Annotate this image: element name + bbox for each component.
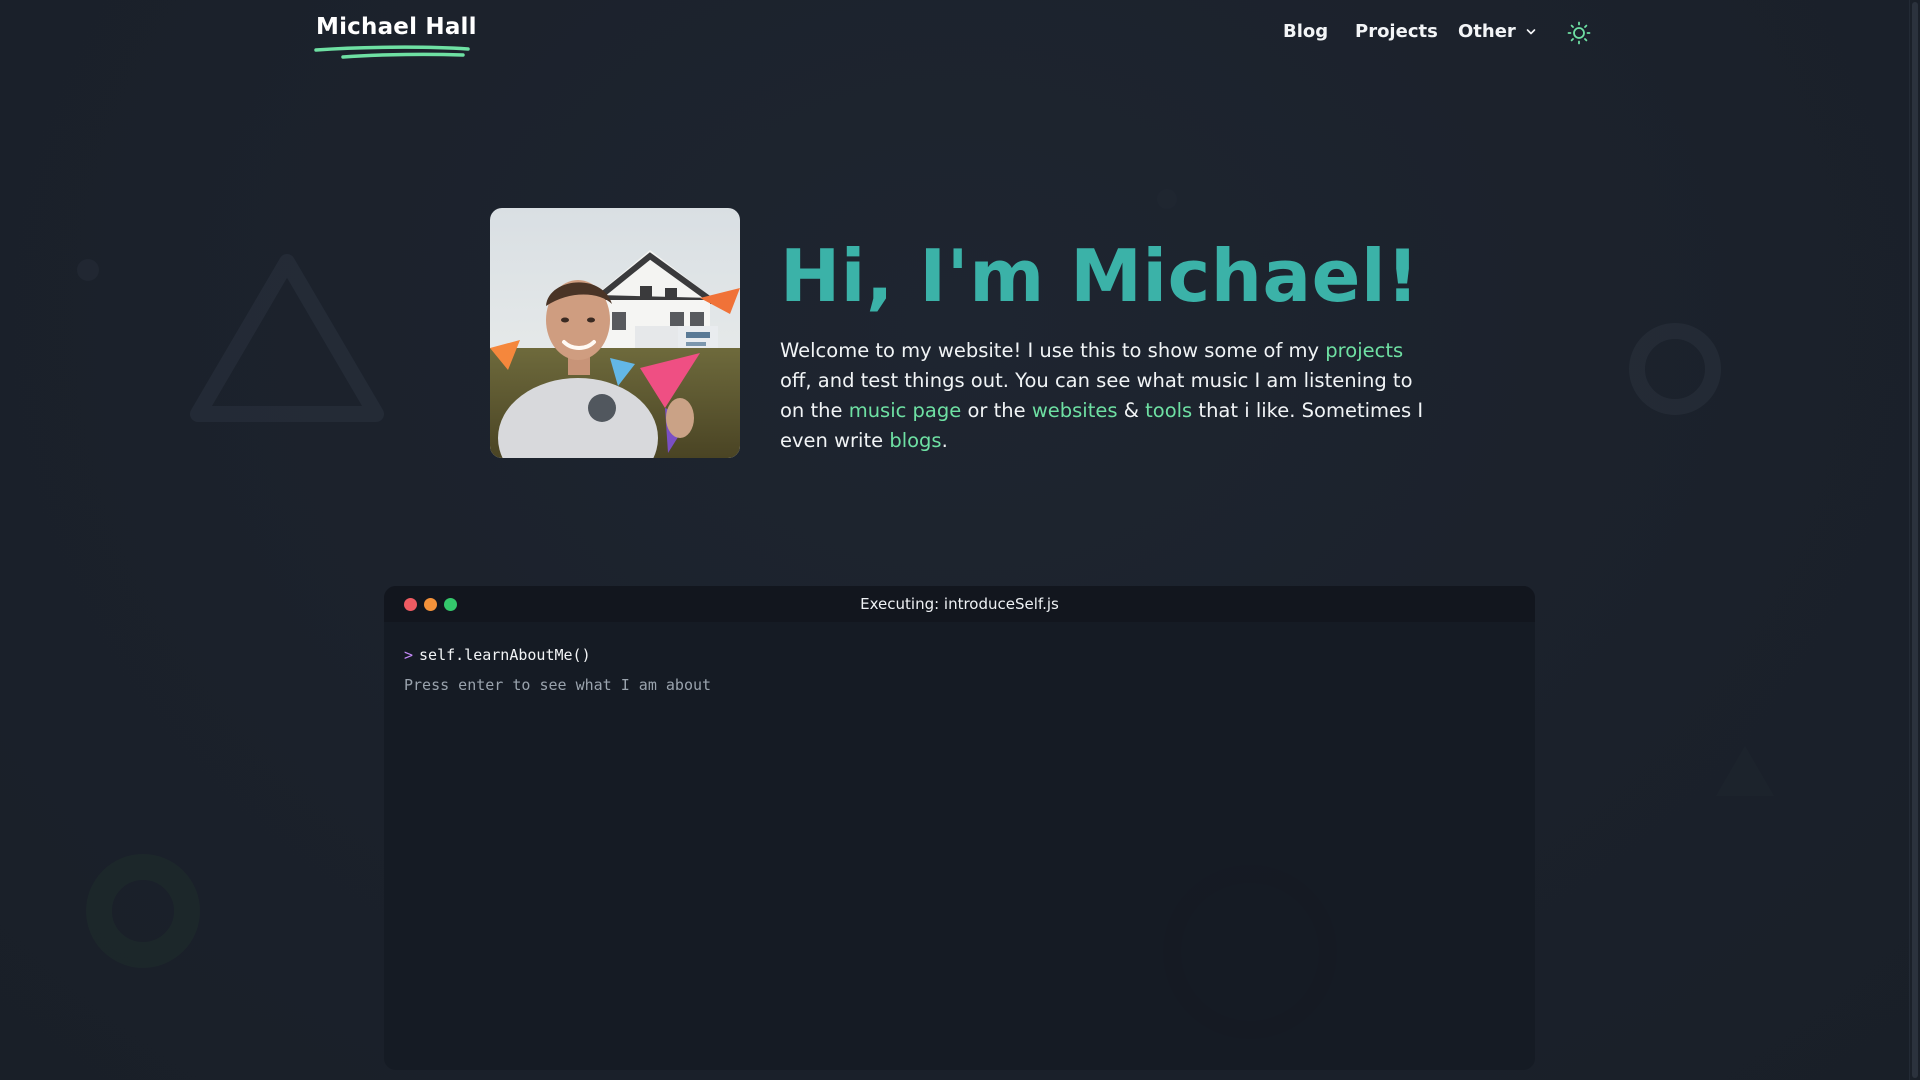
hero-title: Hi, I'm Michael! <box>780 234 1420 318</box>
terminal-body: > self.learnAboutMe() Press enter to see … <box>404 646 711 694</box>
intro-text: & <box>1117 399 1146 422</box>
logo-underline-decoration <box>314 45 470 59</box>
chevron-down-icon <box>1526 29 1536 35</box>
background-green-ring-shape <box>86 854 200 968</box>
background-ring-shape <box>1629 323 1721 415</box>
nav-projects-link[interactable]: Projects <box>1355 21 1438 42</box>
prompt-symbol: > <box>404 646 414 664</box>
intro-text: . <box>941 429 948 452</box>
profile-photo <box>490 208 740 458</box>
hero-intro-paragraph: Welcome to my website! I use this to sho… <box>780 336 1430 456</box>
terminal-title-bar: Executing: introduceSelf.js <box>384 586 1535 622</box>
background-faint-triangle-shape <box>1716 746 1774 796</box>
background-small-shape <box>1157 189 1177 209</box>
site-header: Michael Hall Blog Projects Other <box>0 0 1920 66</box>
page: Michael Hall Blog Projects Other Hi, I'm… <box>0 0 1920 1080</box>
tools-link[interactable]: tools <box>1145 399 1192 422</box>
intro-text: or the <box>961 399 1032 422</box>
page-scrollbar[interactable] <box>1909 0 1920 1080</box>
websites-link[interactable]: websites <box>1032 399 1118 422</box>
background-triangle-shape <box>190 254 384 422</box>
terminal-command-line: > self.learnAboutMe() <box>404 646 711 664</box>
site-logo[interactable]: Michael Hall <box>316 14 477 40</box>
profile-photo-illustration <box>490 208 740 458</box>
theme-toggle-button[interactable] <box>1566 20 1592 46</box>
nav-other-dropdown[interactable]: Other <box>1458 21 1536 42</box>
terminal-command: self.learnAboutMe() <box>419 646 591 664</box>
terminal-title: Executing: introduceSelf.js <box>860 595 1059 613</box>
sun-icon <box>1567 21 1591 45</box>
intro-text: Welcome to my website! I use this to sho… <box>780 339 1326 362</box>
terminal-window[interactable]: Executing: introduceSelf.js > self.learnA… <box>384 586 1535 1070</box>
terminal-hint: Press enter to see what I am about <box>404 676 712 694</box>
blogs-link[interactable]: blogs <box>889 429 941 452</box>
scrollbar-thumb[interactable] <box>1912 2 1918 1078</box>
music-page-link[interactable]: music page <box>849 399 962 422</box>
background-small-star-shape <box>77 259 99 281</box>
projects-link[interactable]: projects <box>1325 339 1403 362</box>
nav-other-label: Other <box>1458 21 1516 42</box>
nav-blog-link[interactable]: Blog <box>1283 21 1328 42</box>
